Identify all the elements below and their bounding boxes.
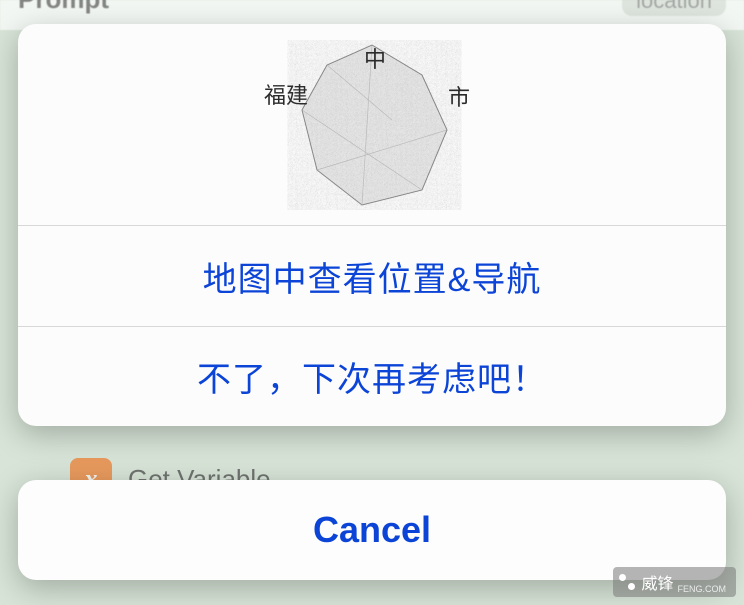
map-label-left: 福建 [264,78,308,110]
watermark: 威锋 FENG.COM [613,567,736,597]
watermark-text: 威锋 [641,570,673,594]
action-sheet-option-map[interactable]: 地图中查看位置&导航 [18,226,726,326]
map-label-right: 市 [448,80,470,112]
map-label-top: 中 [364,42,386,74]
action-sheet-header: 中 福建 市 [18,24,726,226]
map-snapshot-image: 中 福建 市 [272,40,472,210]
background-location-chip: location [622,0,726,16]
background-prompt-label: Prompt [18,0,109,15]
action-sheet-option-dismiss[interactable]: 不了，下次再考虑吧！ [18,326,726,426]
watermark-icon [619,574,635,590]
cancel-button[interactable]: Cancel [18,480,726,580]
watermark-subtext: FENG.COM [678,584,727,594]
cancel-label: Cancel [313,509,431,551]
option-label: 地图中查看位置&导航 [203,252,542,301]
option-label: 不了，下次再考虑吧！ [197,352,547,401]
action-sheet: 中 福建 市 地图中查看位置&导航 不了，下次再考虑吧！ [18,24,726,426]
